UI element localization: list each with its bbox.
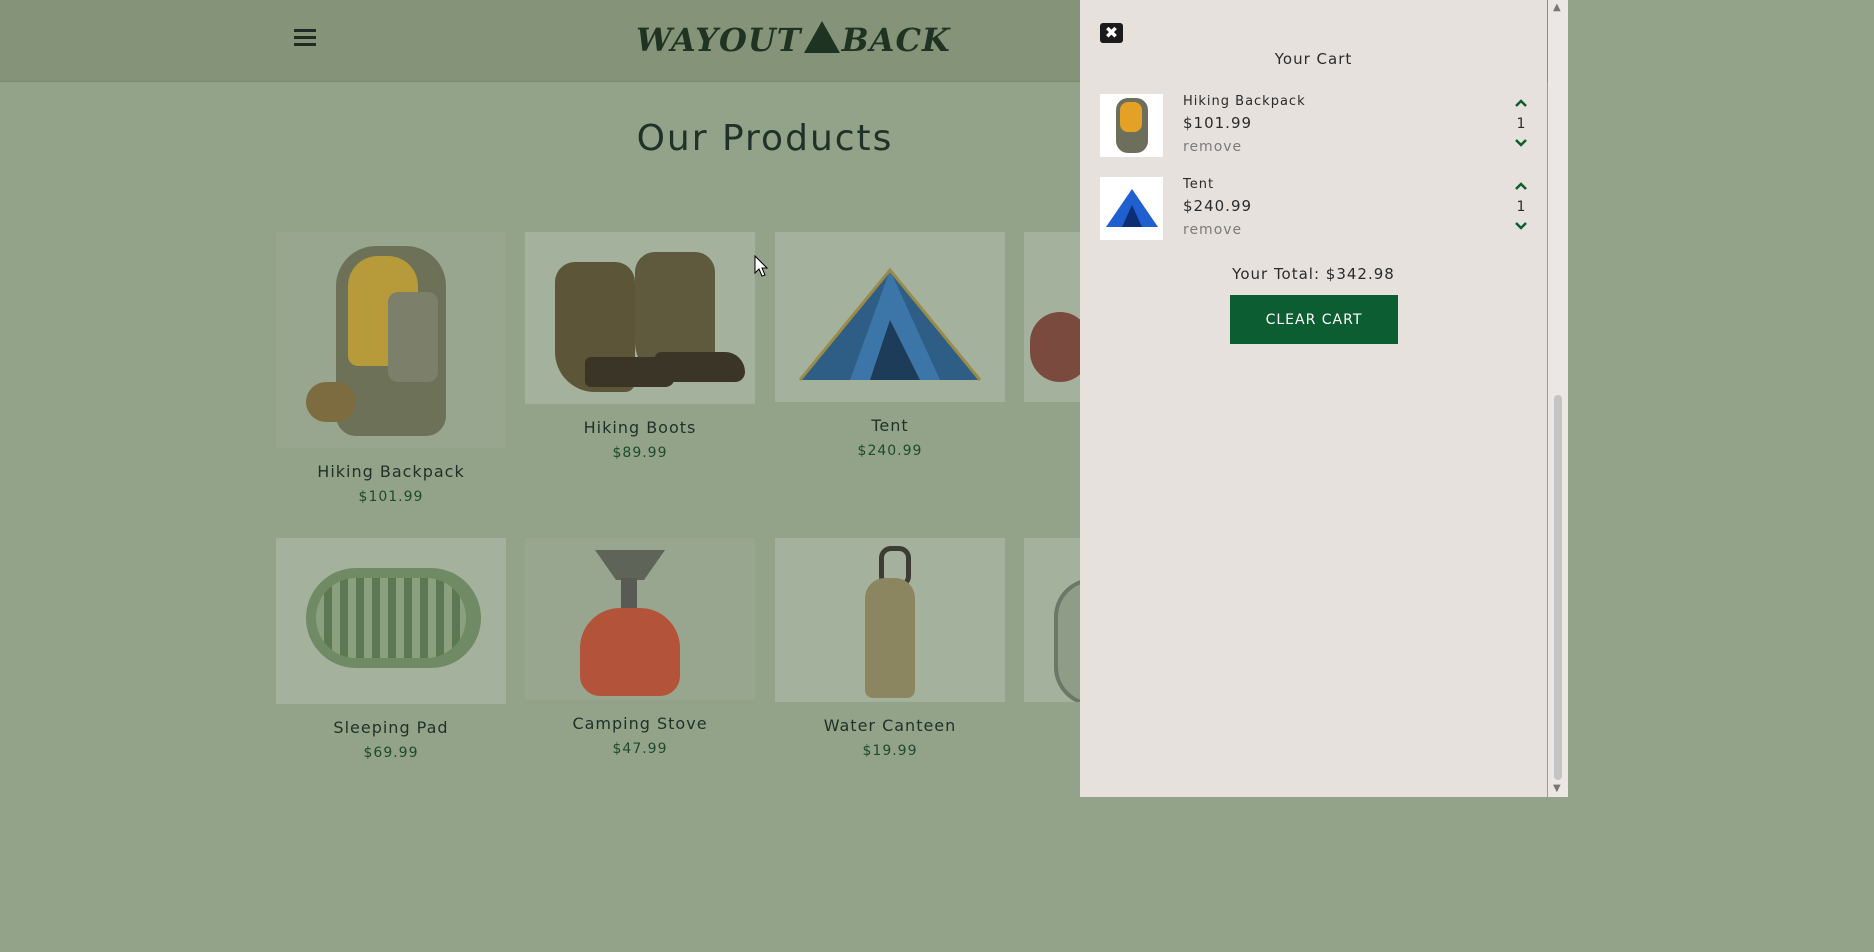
product-price: $101.99 bbox=[358, 489, 424, 505]
scroll-down-icon[interactable]: ▼ bbox=[1553, 783, 1561, 794]
cart-item-backpack-thumbnail bbox=[1100, 94, 1163, 157]
product-card-camping-stove[interactable]: Camping Stove $47.99 bbox=[525, 538, 755, 757]
scrollbar-thumb[interactable] bbox=[1554, 395, 1562, 780]
increase-quantity-icon[interactable] bbox=[1514, 181, 1528, 191]
sleeping-bag-image bbox=[1024, 232, 1080, 402]
product-name: Hiking Boots bbox=[583, 418, 697, 437]
product-card-hiking-boots[interactable]: Hiking Boots $89.99 bbox=[525, 232, 755, 461]
cart-item-name: Hiking Backpack bbox=[1183, 94, 1306, 109]
cart-panel: ✖ Your Cart Hiking Backpack $101.99 remo… bbox=[1080, 0, 1547, 797]
logo-text-left: WAYOUT bbox=[636, 21, 802, 59]
remove-item-button[interactable]: remove bbox=[1183, 139, 1242, 155]
scrollbar[interactable]: ▲ ▼ bbox=[1548, 0, 1568, 797]
remove-item-button[interactable]: remove bbox=[1183, 222, 1242, 238]
product-name: Water Canteen bbox=[823, 716, 957, 735]
product-card-tent[interactable]: Tent $240.99 bbox=[775, 232, 1005, 459]
mouse-cursor-icon bbox=[754, 255, 768, 277]
water-canteen-image bbox=[775, 538, 1005, 702]
increase-quantity-icon[interactable] bbox=[1514, 98, 1528, 108]
cart-item: Hiking Backpack $101.99 remove 1 bbox=[1100, 94, 1527, 157]
product-name: Tent bbox=[871, 416, 909, 435]
cart-item-price: $240.99 bbox=[1183, 197, 1253, 215]
product-price: $240.99 bbox=[857, 443, 923, 459]
tent-image bbox=[775, 232, 1005, 402]
cart-total: Your Total: $342.98 bbox=[1232, 265, 1395, 283]
cart-item-quantity: 1 bbox=[1516, 116, 1526, 132]
clear-cart-button[interactable]: CLEAR CART bbox=[1230, 295, 1398, 344]
cart-title: Your Cart bbox=[1274, 50, 1353, 68]
product-card-water-canteen[interactable]: Water Canteen $19.99 bbox=[775, 538, 1005, 759]
decrease-quantity-icon[interactable] bbox=[1514, 138, 1528, 148]
product-name: Hiking Backpack bbox=[317, 462, 465, 481]
product-name: Sleeping Pad bbox=[333, 718, 449, 737]
logo-text-right: BACK bbox=[841, 21, 951, 59]
camping-stove-image bbox=[525, 538, 755, 700]
decrease-quantity-icon[interactable] bbox=[1514, 221, 1528, 231]
cart-item-quantity: 1 bbox=[1516, 199, 1526, 215]
product-name: Camping Stove bbox=[572, 714, 708, 733]
product-card-partial[interactable] bbox=[1024, 232, 1080, 402]
boots-image bbox=[525, 232, 755, 404]
cart-item: Tent $240.99 remove 1 bbox=[1100, 177, 1527, 240]
product-card-sleeping-pad[interactable]: Sleeping Pad $69.99 bbox=[276, 538, 506, 761]
backpack-image bbox=[276, 232, 506, 448]
product-price: $47.99 bbox=[612, 741, 668, 757]
mountain-icon bbox=[803, 21, 840, 53]
product-price: $19.99 bbox=[862, 743, 918, 759]
product-card-hiking-backpack[interactable]: Hiking Backpack $101.99 bbox=[276, 232, 506, 505]
logo[interactable]: WAYOUT BACK bbox=[636, 18, 951, 62]
cart-item-tent-thumbnail bbox=[1100, 177, 1163, 240]
cart-item-name: Tent bbox=[1183, 177, 1215, 192]
sleeping-pad-image bbox=[276, 538, 506, 704]
hamburger-menu-icon[interactable] bbox=[294, 29, 316, 47]
close-cart-icon[interactable]: ✖ bbox=[1100, 23, 1123, 43]
product-price: $89.99 bbox=[612, 445, 668, 461]
product-card-partial-2[interactable] bbox=[1024, 538, 1080, 702]
cart-item-price: $101.99 bbox=[1183, 114, 1253, 132]
product-price: $69.99 bbox=[363, 745, 419, 761]
compass-image bbox=[1024, 538, 1080, 702]
scroll-up-icon[interactable]: ▲ bbox=[1553, 2, 1561, 13]
